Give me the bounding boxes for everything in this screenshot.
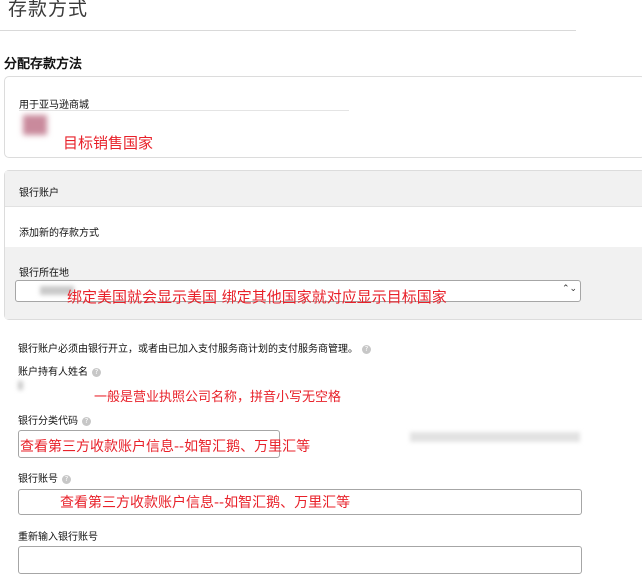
bank-account-header: 银行账户	[19, 188, 59, 199]
holder-label-row: 账户持有人姓名?	[18, 363, 101, 378]
section-title: 分配存款方法	[4, 57, 83, 72]
marketplace-annotation: 目标销售国家	[63, 134, 154, 152]
routing-annotation: 查看第三方收款账户信息--如智汇鹅、万里汇等	[20, 439, 311, 455]
bank-account-card: 银行账户 添加新的存款方式 银行所在地 ⌃⌄ 绑定美国就会显示美国 绑定其他国家…	[4, 170, 642, 320]
page-title: 存款方式	[8, 0, 89, 20]
bank-location-annotation: 绑定美国就会显示美国 绑定其他国家就对应显示目标国家	[67, 288, 447, 306]
bank-location-label: 银行所在地	[19, 268, 69, 279]
title-divider	[0, 30, 576, 31]
select-arrows-icon: ⌃⌄	[562, 284, 578, 294]
info-icon[interactable]: ?	[62, 474, 71, 484]
info-icon[interactable]: ?	[92, 367, 101, 377]
bank-notice: 银行账户必须由银行开立，或者由已加入支付服务商计划的支付服务商管理。?	[18, 340, 371, 355]
routing-label: 银行分类代码	[18, 416, 78, 427]
redacted-holder	[18, 381, 23, 390]
account-annotation: 查看第三方收款账户信息--如智汇鹅、万里汇等	[60, 495, 351, 511]
marketplace-underline	[19, 110, 349, 111]
marketplace-label: 用于亚马逊商城	[19, 100, 89, 111]
routing-label-row: 银行分类代码?	[18, 412, 91, 427]
account-label: 银行账号	[18, 474, 58, 485]
bank-notice-text: 银行账户必须由银行开立，或者由已加入支付服务商计划的支付服务商管理。	[18, 344, 358, 355]
redacted-flag	[23, 115, 47, 135]
reenter-label: 重新输入银行账号	[18, 532, 98, 543]
holder-label: 账户持有人姓名	[18, 367, 88, 378]
marketplace-card: 用于亚马逊商城 目标销售国家	[4, 76, 642, 158]
reenter-account-input[interactable]	[18, 546, 582, 574]
bank-account-header-bar: 银行账户	[5, 171, 642, 207]
bank-location-panel: 银行所在地 ⌃⌄ 绑定美国就会显示美国 绑定其他国家就对应显示目标国家	[5, 247, 642, 319]
info-icon[interactable]: ?	[82, 416, 91, 426]
add-deposit-method[interactable]: 添加新的存款方式	[19, 224, 99, 239]
account-label-row: 银行账号?	[18, 470, 71, 485]
redacted-routing	[410, 432, 580, 442]
holder-annotation: 一般是营业执照公司名称，拼音小写无空格	[94, 390, 342, 405]
info-icon[interactable]: ?	[362, 344, 371, 354]
